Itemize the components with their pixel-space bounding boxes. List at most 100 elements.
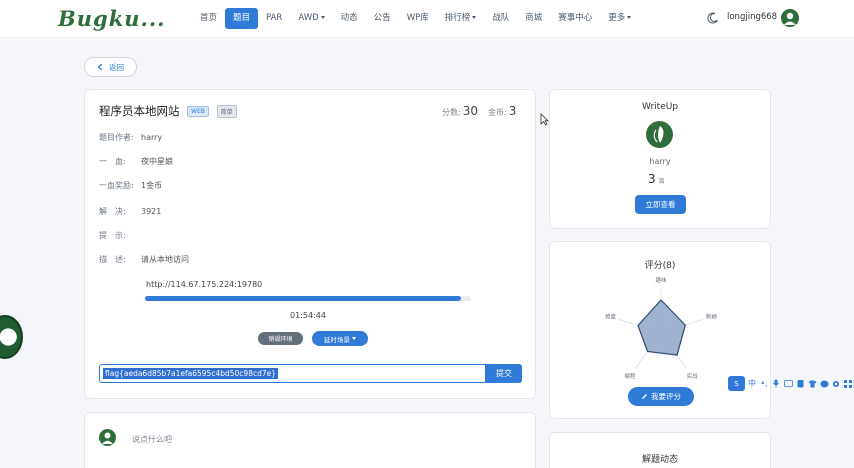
ime-language-toggle[interactable]: 中 xyxy=(747,378,757,389)
caret-down-icon xyxy=(320,16,325,19)
challenge-title: 程序员本地网站 xyxy=(99,104,180,118)
nav-item-label: AWD xyxy=(298,13,319,23)
chevron-left-icon xyxy=(97,63,103,71)
submit-flag-button[interactable]: 提交 xyxy=(486,364,522,383)
input-method-toolbar: S 中 •, xyxy=(728,375,854,392)
nav-item-label: PAR xyxy=(266,13,283,23)
caret-down-icon xyxy=(472,16,477,19)
radar-axis-label: 编程 xyxy=(624,372,636,380)
rating-radar-chart: 趣味新颖实战 编程 难度 xyxy=(605,276,718,380)
field-author: 题目作者: harry xyxy=(99,132,162,143)
top-navbar: Bugku... 首页 题目 PAR AWD 动态 公告 WP库 排行榜 战队 商城 赛事中心 更多 … xyxy=(0,0,854,38)
nav-item-label: 战队 xyxy=(492,13,510,23)
radar-score-area xyxy=(637,299,686,356)
field-solved: 解 决: 3921 xyxy=(99,206,161,217)
writeup-card: WriteUp harry 3篇 立即查看 xyxy=(549,89,771,229)
bugku-logo[interactable]: Bugku... xyxy=(58,6,165,31)
field-label: 一 血: xyxy=(99,157,126,166)
field-value: 3921 xyxy=(141,207,162,216)
field-first-blood: 一 血: 夜中星娘 xyxy=(99,156,173,167)
commenter-avatar xyxy=(99,429,116,446)
radar-axis-label: 实战 xyxy=(687,372,699,380)
destroy-env-button[interactable]: 销毁环境 xyxy=(258,332,303,345)
points-value: 30 xyxy=(462,104,478,118)
caret-down-icon xyxy=(627,16,632,19)
user-avatar[interactable] xyxy=(781,9,799,27)
nav-item-0[interactable]: 首页 xyxy=(192,8,225,29)
flag-input-value: flag{aeda6d85b7a1efa6595c4bd50c98cd7e} xyxy=(103,368,279,379)
back-label: 返回 xyxy=(109,62,124,72)
nav-item-label: 商城 xyxy=(525,13,543,23)
writeup-count-unit: 篇 xyxy=(658,178,665,185)
field-first-blood-reward: 一血奖励: 1金币 xyxy=(99,180,162,191)
solve-dynamics-title: 解题动态 xyxy=(641,455,678,465)
field-label: 提 示: xyxy=(99,231,126,240)
field-value: 请从本地访问 xyxy=(141,255,189,264)
time-progress-fill xyxy=(145,296,462,301)
clipboard-icon[interactable] xyxy=(795,378,805,389)
caret-down-icon xyxy=(352,337,356,340)
pencil-icon xyxy=(642,394,647,399)
tag-web: WEB xyxy=(187,106,209,117)
field-value: 夜中星娘 xyxy=(141,157,173,166)
rating-title: 评分(8) xyxy=(644,261,676,271)
nav-item-8[interactable]: 战队 xyxy=(484,8,517,29)
comment-card: 说点什么吧 xyxy=(84,412,536,468)
nav-item-5[interactable]: 公告 xyxy=(366,8,399,29)
countdown-timer: 01:54:44 xyxy=(290,311,326,320)
back-button[interactable]: 返回 xyxy=(84,57,137,77)
punctuation-icon[interactable]: •, xyxy=(759,378,769,389)
radar-axis-label: 新颖 xyxy=(706,313,718,321)
tag-difficulty: 简单 xyxy=(216,105,237,118)
solve-dynamics-card: 解题动态 xyxy=(549,432,771,468)
nav-item-1[interactable]: 题目 xyxy=(225,8,259,29)
writeup-count-value: 3 xyxy=(648,172,656,186)
nav-item-3[interactable]: AWD xyxy=(290,8,332,29)
writeup-author: harry xyxy=(649,157,671,166)
nav-item-label: 公告 xyxy=(373,13,391,23)
field-label: 一血奖励: xyxy=(99,181,134,190)
main-nav: 首页 题目 PAR AWD 动态 公告 WP库 排行榜 战队 商城 赛事中心 更多 xyxy=(192,8,639,29)
mouse-cursor-icon xyxy=(540,113,549,126)
nav-item-label: 动态 xyxy=(340,13,358,23)
ime-logo-icon[interactable]: S xyxy=(728,376,745,391)
floating-side-widget[interactable] xyxy=(0,315,23,359)
extend-time-label: 延时场景 xyxy=(324,335,350,344)
field-label: 解 决: xyxy=(99,207,126,216)
field-hint: 提 示: xyxy=(99,230,141,241)
settings-icon[interactable] xyxy=(831,378,841,389)
comment-input[interactable]: 说点什么吧 xyxy=(132,434,172,445)
rate-button[interactable]: 我要评分 xyxy=(628,387,694,406)
moon-icon[interactable] xyxy=(707,12,719,24)
nav-item-6[interactable]: WP库 xyxy=(399,8,437,29)
shirt-icon[interactable] xyxy=(807,378,817,389)
nav-item-7[interactable]: 排行榜 xyxy=(437,8,485,29)
challenge-card: 程序员本地网站 WEB 简单 分数: 30 金币: 3 题目作者: harry 一 血:… xyxy=(84,89,536,399)
radar-axis-label: 趣味 xyxy=(655,276,667,284)
extend-time-button[interactable]: 延时场景 xyxy=(312,331,368,346)
flag-input[interactable]: flag{aeda6d85b7a1efa6595c4bd50c98cd7e} xyxy=(99,364,486,383)
nav-item-10[interactable]: 赛事中心 xyxy=(550,8,600,29)
view-writeup-button[interactable]: 立即查看 xyxy=(635,195,686,214)
field-value: harry xyxy=(141,133,163,142)
field-label: 描 述: xyxy=(99,255,126,264)
nav-item-11[interactable]: 更多 xyxy=(600,8,639,29)
nav-item-label: WP库 xyxy=(406,13,429,23)
instance-url[interactable]: http://114.67.175.224:19780 xyxy=(146,280,262,289)
nav-item-2[interactable]: PAR xyxy=(258,8,290,29)
writeup-title: WriteUp xyxy=(641,102,679,112)
challenge-title-row: 程序员本地网站 WEB 简单 xyxy=(99,103,237,119)
time-progress-bar xyxy=(145,296,471,301)
writeup-author-avatar xyxy=(646,121,673,148)
writeup-count: 3篇 xyxy=(648,172,665,186)
field-description: 描 述: 请从本地访问 xyxy=(99,254,189,265)
username[interactable]: longjing668 xyxy=(727,12,777,22)
keyboard-icon[interactable] xyxy=(783,378,793,389)
gold-label: 金币: xyxy=(487,108,507,117)
microphone-icon[interactable] xyxy=(771,378,781,389)
grid-icon[interactable] xyxy=(843,378,853,389)
nav-item-4[interactable]: 动态 xyxy=(333,8,366,29)
emoji-icon[interactable] xyxy=(819,378,829,389)
nav-item-9[interactable]: 商城 xyxy=(517,8,550,29)
nav-item-label: 更多 xyxy=(608,13,626,23)
